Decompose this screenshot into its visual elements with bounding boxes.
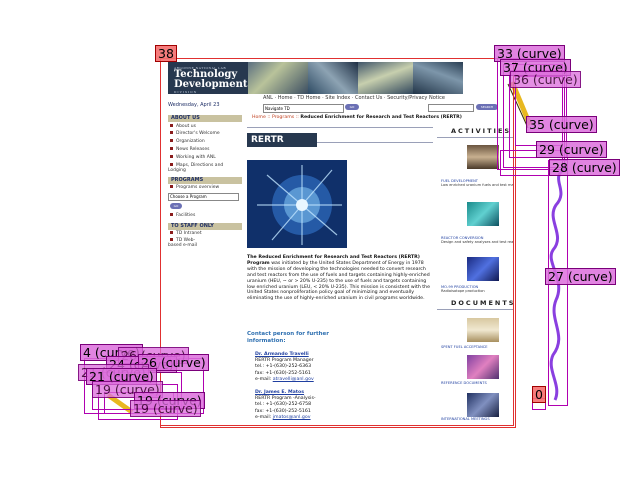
overlay-label-27: 27 (curve) — [545, 268, 616, 285]
overlay-label-29: 29 (curve) — [536, 141, 607, 158]
overlay-label-0: 0 — [532, 386, 546, 403]
overlay-label-28: 28 (curve) — [549, 159, 620, 176]
overlay-label-36: 36 (curve) — [510, 71, 581, 88]
overlay-label-35: 35 (curve) — [526, 116, 597, 133]
overlay-label-38: 38 — [155, 45, 177, 62]
overlay-box-38 — [160, 58, 514, 426]
overlay-label-hidden-d: 19 (curve) — [130, 400, 201, 417]
